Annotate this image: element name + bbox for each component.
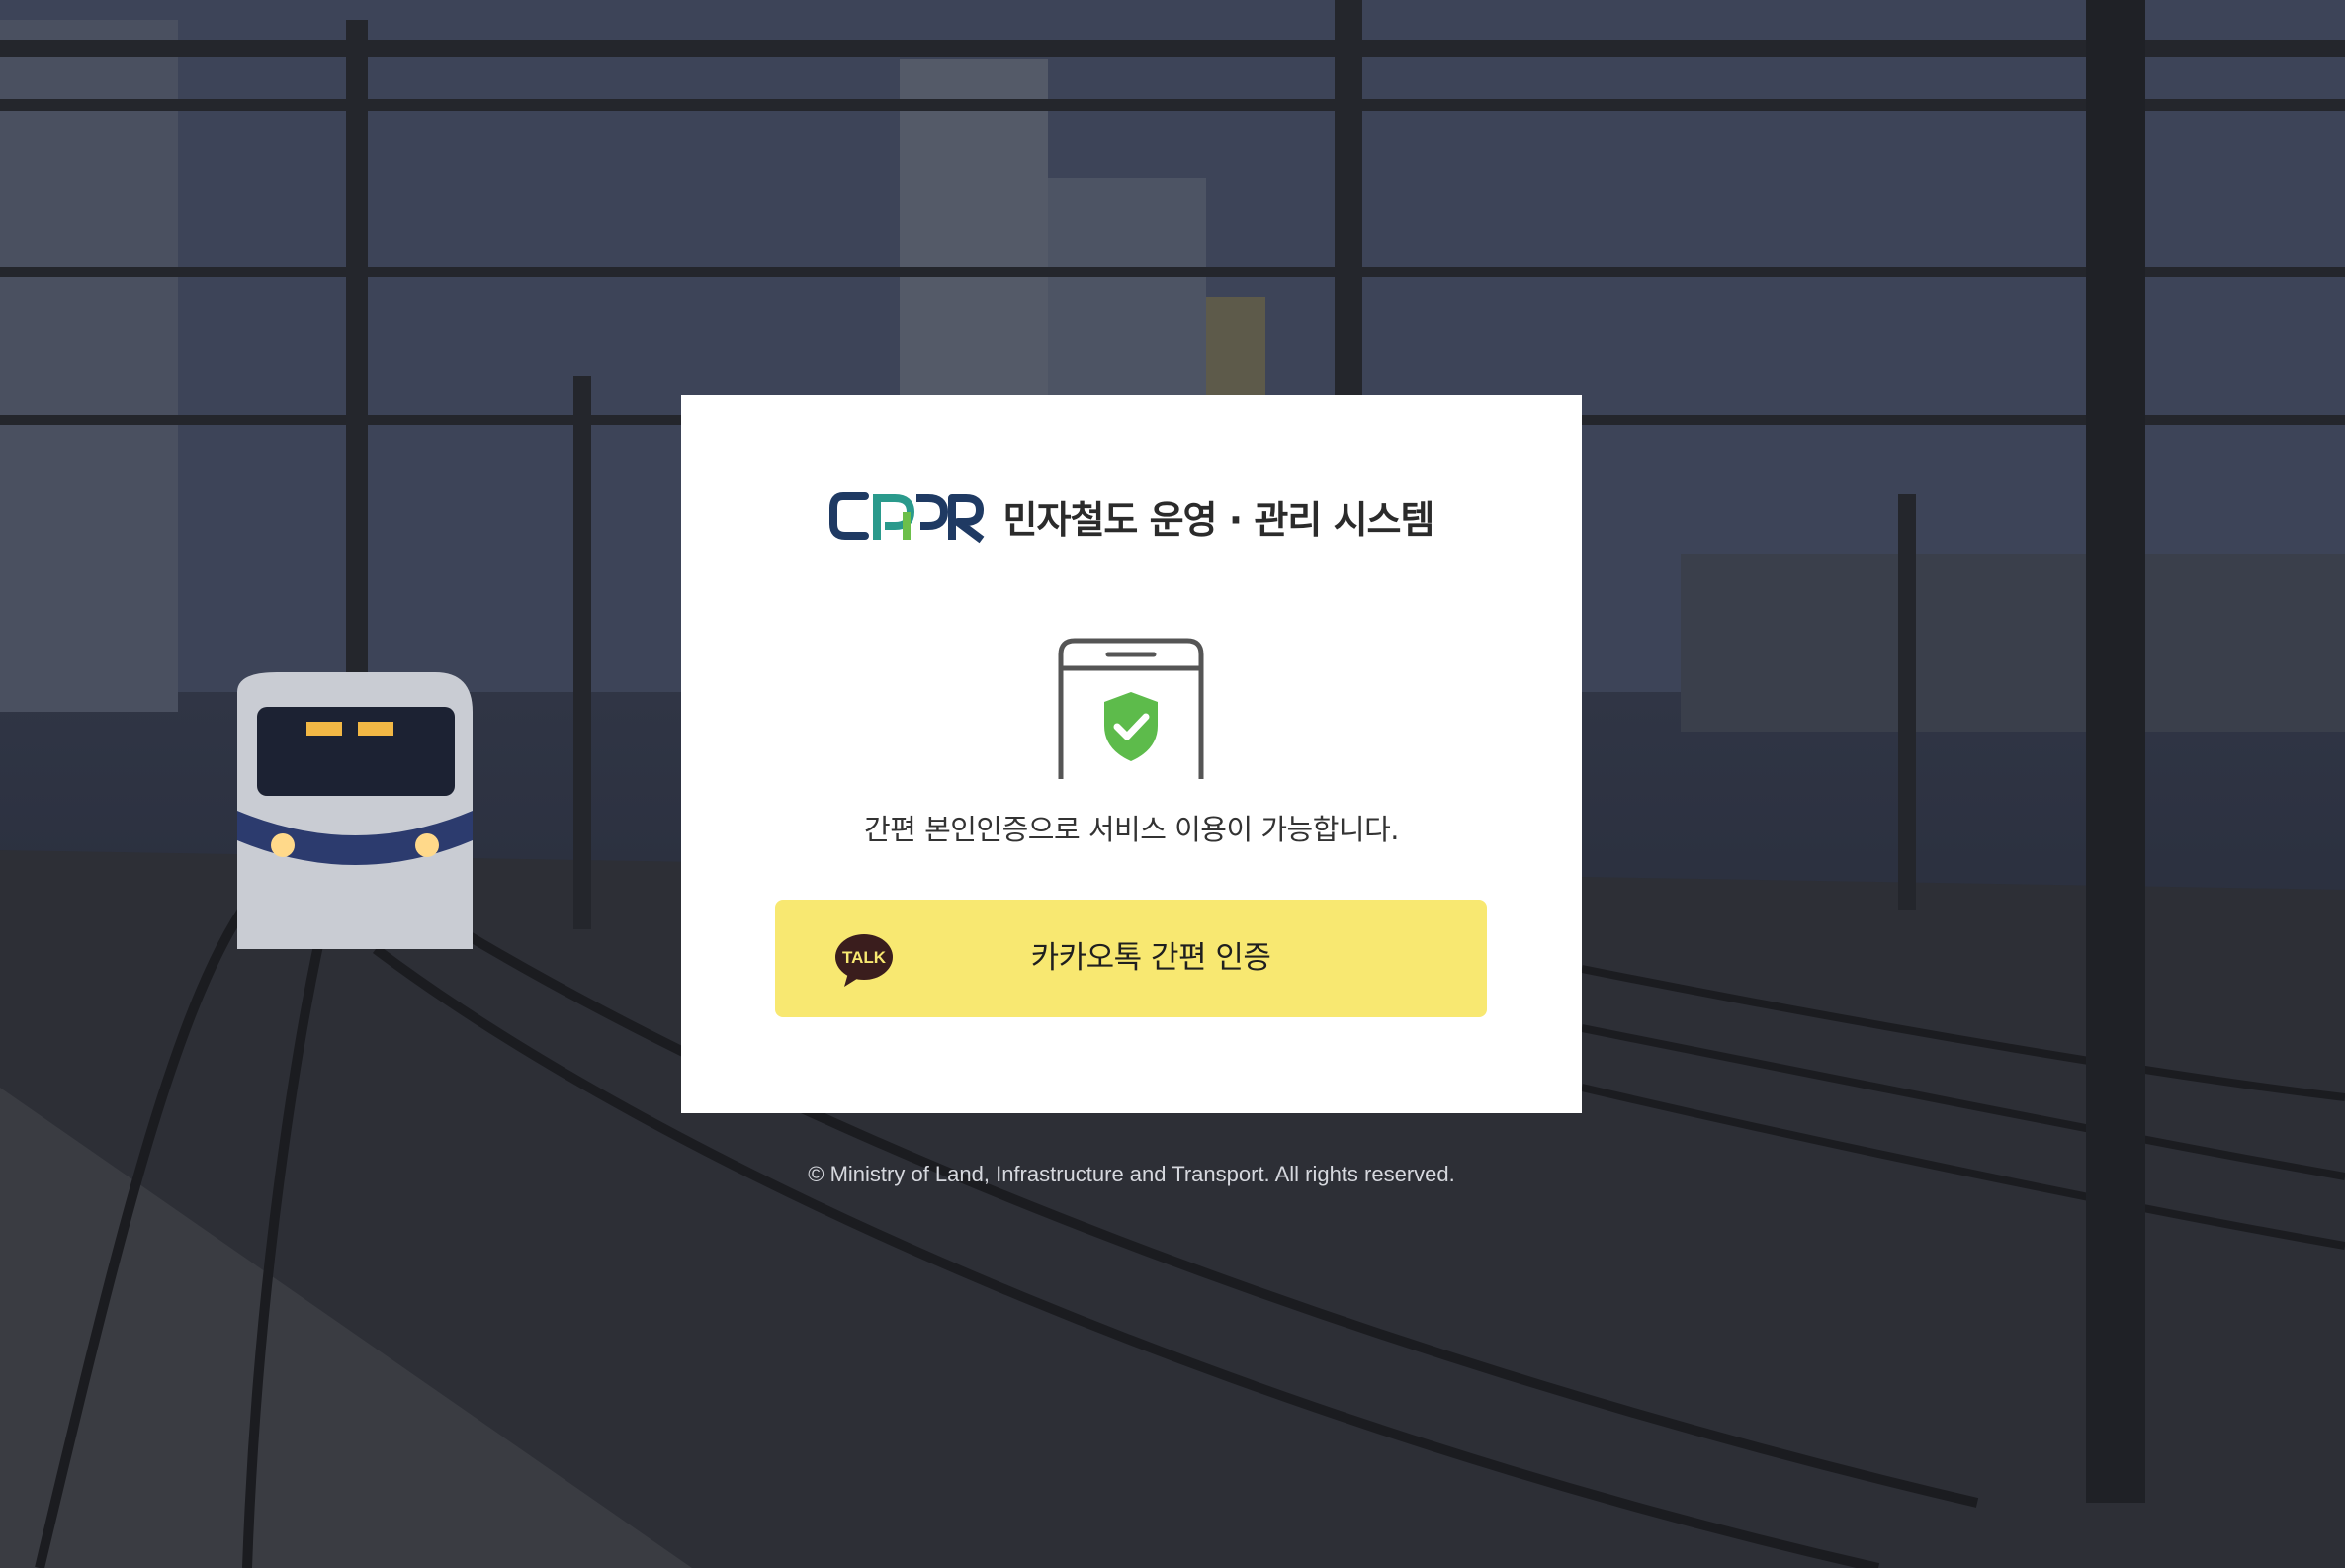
login-card: 민자철도 운영 · 관리 시스템 간편 본인인증으로 서비스 이용이 가능합니다… — [681, 395, 1582, 1113]
system-title: 민자철도 운영 · 관리 시스템 — [1002, 497, 1435, 542]
copyright-text: © Ministry of Land, Infrastructure and T… — [808, 1162, 1455, 1186]
phone-shield-check-icon — [1058, 638, 1204, 779]
auth-notice: 간편 본인인증으로 서비스 이용이 가능합니다. — [863, 813, 1400, 846]
cppr-logo — [828, 492, 984, 544]
kakao-auth-label: 카카오톡 간편 인증 — [1030, 940, 1271, 976]
brand-header: 민자철도 운영 · 관리 시스템 — [681, 486, 1582, 546]
kakao-auth-button[interactable]: TALK 카카오톡 간편 인증 — [775, 900, 1487, 1017]
